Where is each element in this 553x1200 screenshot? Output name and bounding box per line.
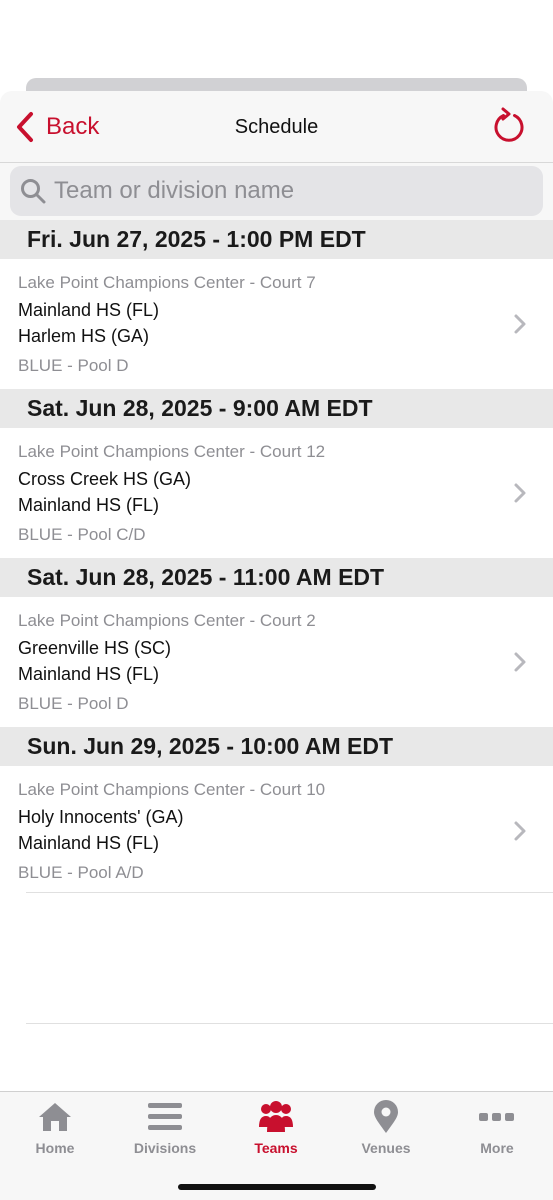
chevron-right-icon	[514, 821, 526, 841]
list-icon	[148, 1103, 182, 1130]
house-icon	[39, 1103, 71, 1131]
schedule-sheet: Back Schedule Fri. Jun 27, 2025 - 1:00 P…	[0, 91, 553, 1200]
chevron-right-icon	[514, 314, 526, 334]
tab-label: Teams	[254, 1140, 298, 1156]
game-team-1: Greenville HS (SC)	[18, 638, 172, 658]
search-bar	[0, 163, 553, 220]
status-bar-area	[0, 0, 553, 78]
section-header-date: Sat. Jun 28, 2025 - 9:00 AM EDT	[0, 389, 553, 428]
section-header-date: Sat. Jun 28, 2025 - 11:00 AM EDT	[0, 558, 553, 597]
game-division: BLUE - Pool D	[18, 356, 129, 375]
navigation-bar: Back Schedule	[0, 91, 553, 163]
search-icon	[21, 179, 46, 204]
game-team-1: Holy Innocents' (GA)	[18, 807, 184, 827]
tab-label: More	[480, 1140, 514, 1156]
schedule-list: Fri. Jun 27, 2025 - 1:00 PM EDT Lake Poi…	[0, 220, 553, 896]
page-title: Schedule	[234, 116, 319, 138]
game-venue: Lake Point Champions Center - Court 12	[18, 442, 326, 461]
game-row[interactable]: Lake Point Champions Center - Court 10 H…	[0, 766, 553, 896]
game-venue: Lake Point Champions Center - Court 7	[18, 273, 316, 292]
group-icon	[259, 1101, 293, 1132]
tab-divisions[interactable]: Divisions	[110, 1100, 220, 1160]
tab-home[interactable]: Home	[0, 1100, 110, 1160]
game-team-2: Mainland HS (FL)	[18, 495, 160, 515]
refresh-icon[interactable]	[489, 105, 529, 145]
game-venue: Lake Point Champions Center - Court 2	[18, 611, 316, 630]
game-team-2: Mainland HS (FL)	[18, 664, 160, 684]
chevron-right-icon	[514, 652, 526, 672]
chevron-right-icon	[514, 483, 526, 503]
game-team-1: Mainland HS (FL)	[18, 300, 160, 320]
game-division: BLUE - Pool D	[18, 694, 129, 713]
search-input[interactable]	[54, 177, 514, 205]
game-row[interactable]: Lake Point Champions Center - Court 12 C…	[0, 428, 553, 558]
game-row[interactable]: Lake Point Champions Center - Court 7 Ma…	[0, 259, 553, 389]
list-divider	[26, 1023, 553, 1024]
tab-label: Venues	[361, 1140, 411, 1156]
tab-label: Home	[35, 1140, 75, 1156]
tab-teams[interactable]: Teams	[221, 1100, 331, 1160]
section-header-date: Fri. Jun 27, 2025 - 1:00 PM EDT	[0, 220, 553, 259]
home-indicator	[178, 1184, 376, 1190]
tab-label: Divisions	[133, 1140, 197, 1156]
game-team-2: Harlem HS (GA)	[18, 326, 150, 346]
list-divider	[26, 892, 553, 893]
game-team-2: Mainland HS (FL)	[18, 833, 160, 853]
tab-venues[interactable]: Venues	[331, 1100, 441, 1160]
game-row[interactable]: Lake Point Champions Center - Court 2 Gr…	[0, 597, 553, 727]
game-division: BLUE - Pool C/D	[18, 525, 146, 544]
map-pin-icon	[374, 1100, 398, 1133]
section-header-date: Sun. Jun 29, 2025 - 10:00 AM EDT	[0, 727, 553, 766]
game-venue: Lake Point Champions Center - Court 10	[18, 780, 326, 799]
tab-more[interactable]: More	[442, 1100, 552, 1160]
game-team-1: Cross Creek HS (GA)	[18, 469, 192, 489]
game-division: BLUE - Pool A/D	[18, 863, 144, 882]
ellipsis-icon	[479, 1113, 514, 1121]
search-field[interactable]	[10, 166, 543, 216]
